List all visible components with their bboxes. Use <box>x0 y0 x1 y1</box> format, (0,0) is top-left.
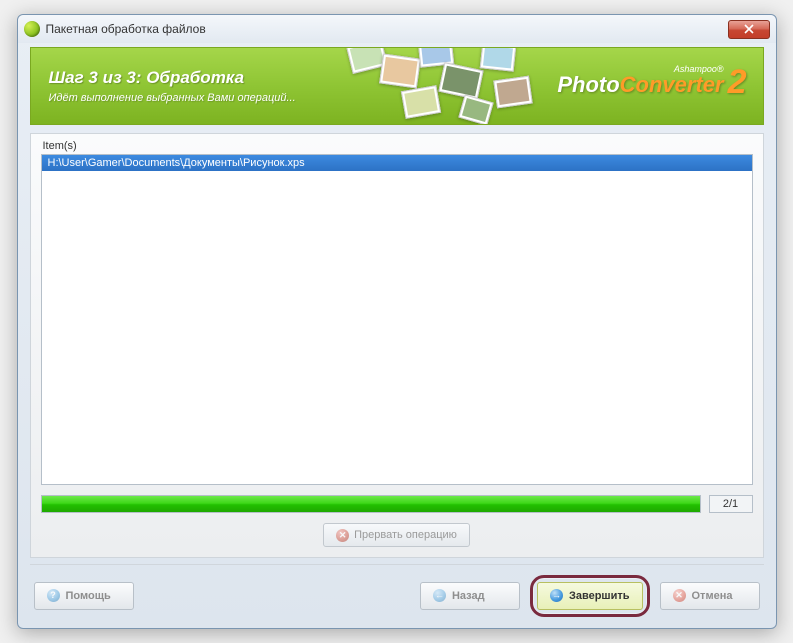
step-title: Шаг 3 из 3: Обработка <box>49 68 296 88</box>
finish-label: Завершить <box>569 590 630 602</box>
cancel-button: ✕ Отмена <box>660 582 760 610</box>
list-item[interactable]: H:\User\Gamer\Documents\Документы\Рисуно… <box>42 155 752 172</box>
close-button[interactable] <box>728 20 770 39</box>
cancel-icon: ✕ <box>336 529 349 542</box>
back-button: ← Назад <box>420 582 520 610</box>
wizard-header: Шаг 3 из 3: Обработка Идёт выполнение вы… <box>30 47 764 125</box>
items-label: Item(s) <box>43 140 753 152</box>
arrow-left-icon: ← <box>433 589 446 602</box>
finish-button[interactable]: → Завершить <box>537 582 643 610</box>
close-icon <box>744 24 754 34</box>
window-title: Пакетная обработка файлов <box>46 22 728 36</box>
photo-collage-decoration <box>341 47 571 125</box>
back-label: Назад <box>452 590 485 602</box>
footer: ? Помощь ← Назад → Завершить ✕ Отмена <box>30 564 764 618</box>
items-listbox[interactable]: H:\User\Gamer\Documents\Документы\Рисуно… <box>41 154 753 485</box>
titlebar: Пакетная обработка файлов <box>18 15 776 43</box>
step-subtitle: Идёт выполнение выбранных Вами операций.… <box>49 92 296 104</box>
progress-fill <box>42 496 700 512</box>
progress-count: 2/1 <box>709 495 753 513</box>
arrow-right-icon: → <box>550 589 563 602</box>
help-icon: ? <box>47 589 60 602</box>
dialog-window: Пакетная обработка файлов Шаг 3 из 3: Об… <box>17 14 777 629</box>
abort-button: ✕ Прервать операцию <box>323 523 470 547</box>
help-label: Помощь <box>66 590 111 602</box>
finish-highlight: → Завершить <box>530 575 650 617</box>
abort-label: Прервать операцию <box>354 529 457 541</box>
brand-logo: Ashampoo® PhotoConverter 2 <box>557 64 746 96</box>
progress-bar <box>41 495 701 513</box>
cancel-label: Отмена <box>692 590 733 602</box>
cancel-icon: ✕ <box>673 589 686 602</box>
content-area: Item(s) H:\User\Gamer\Documents\Документ… <box>30 133 764 558</box>
help-button: ? Помощь <box>34 582 134 610</box>
app-icon <box>24 21 40 37</box>
